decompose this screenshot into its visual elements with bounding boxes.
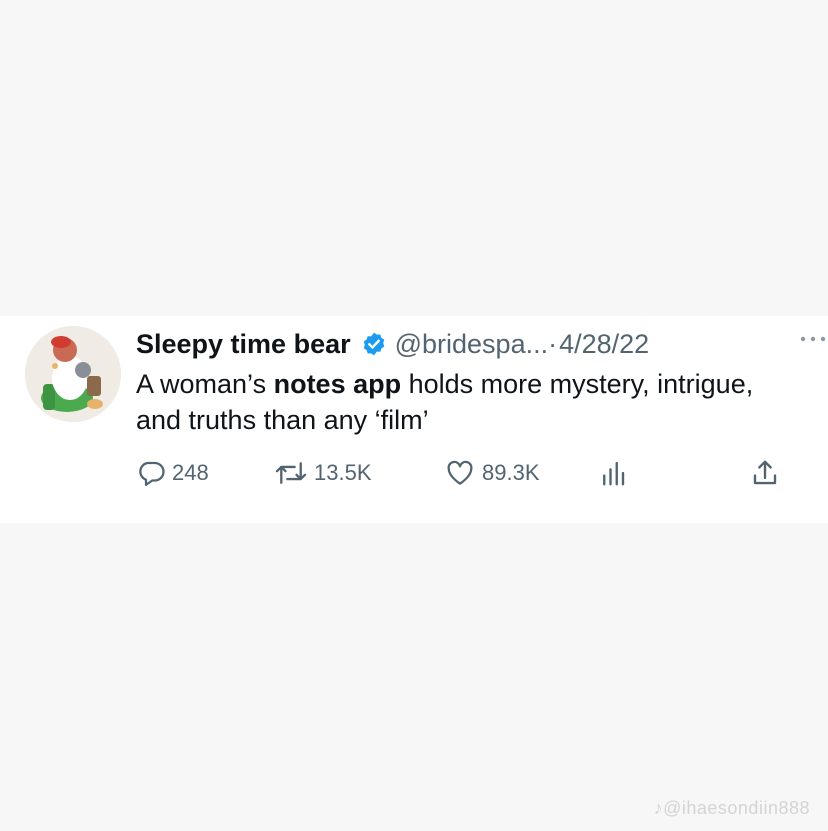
reply-count: 248	[172, 460, 209, 485]
retweet-icon	[275, 462, 307, 484]
views-button[interactable]	[598, 458, 634, 488]
verified-badge-icon	[361, 331, 387, 357]
timestamp[interactable]: 4/28/22	[559, 329, 649, 360]
retweet-count: 13.5K	[314, 460, 372, 485]
display-name[interactable]: Sleepy time bear	[136, 329, 351, 360]
views-icon	[603, 461, 625, 486]
tweet-text: A woman’s notes app holds more mystery, …	[136, 366, 776, 438]
reply-icon	[139, 461, 165, 486]
bear-illustration	[25, 326, 121, 422]
avatar[interactable]	[25, 326, 121, 422]
watermark: ♪@ihaesondiin888	[653, 798, 810, 818]
handle[interactable]: @bridespa...	[395, 329, 548, 360]
retweet-button[interactable]: 13.5K	[274, 458, 372, 488]
separator-dot: ·	[548, 328, 558, 359]
heart-icon	[447, 460, 473, 485]
like-count: 89.3K	[482, 460, 540, 485]
tweet-card[interactable]: Sleepy time bear @bridespa... · 4/28/22 …	[0, 316, 828, 523]
tweet-text-bold: notes app	[273, 369, 402, 399]
tweet-text-start: A woman’s	[136, 369, 274, 399]
like-button[interactable]: 89.3K	[444, 458, 540, 488]
share-button[interactable]	[750, 458, 786, 488]
tweet-actions: 248 13.5K 89.3K	[136, 458, 777, 498]
share-icon	[753, 460, 777, 485]
tweet-body: Sleepy time bear @bridespa... · 4/28/22 …	[136, 326, 826, 438]
more-options-icon[interactable]	[798, 332, 828, 346]
reply-button[interactable]: 248	[136, 458, 209, 488]
tweet-header: Sleepy time bear @bridespa... · 4/28/22	[136, 326, 776, 362]
